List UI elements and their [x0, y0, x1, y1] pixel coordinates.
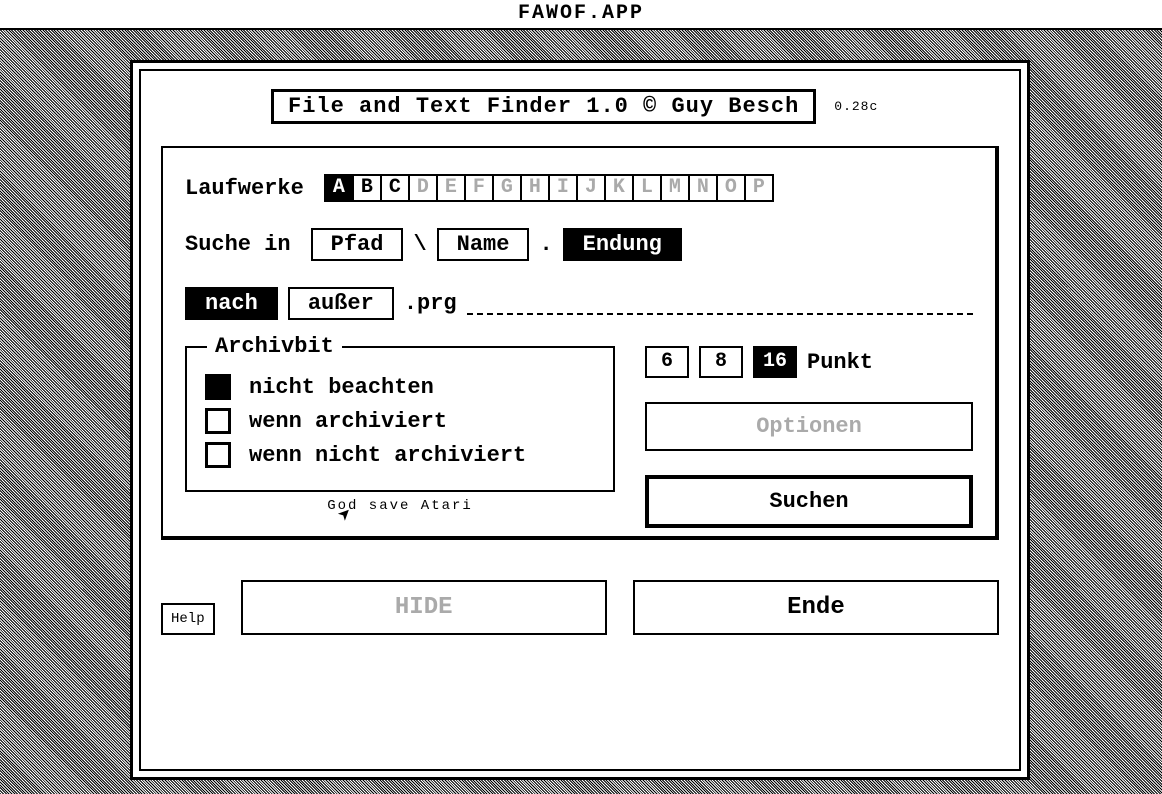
seg-name[interactable]: Name: [437, 228, 530, 261]
main-window: File and Text Finder 1.0 © Guy Besch 0.2…: [130, 60, 1030, 780]
ende-button[interactable]: Ende: [633, 580, 999, 635]
fontsize-6[interactable]: 6: [645, 346, 689, 378]
drive-n[interactable]: N: [688, 174, 718, 202]
search-panel: Laufwerke A B C D E F G H I J K L: [161, 146, 999, 540]
archive-when-archived[interactable]: wenn archiviert: [205, 408, 595, 434]
backslash-sep: \: [413, 232, 426, 257]
drive-h[interactable]: H: [520, 174, 550, 202]
archive-when-archived-label: wenn archiviert: [249, 409, 447, 434]
drive-g[interactable]: G: [492, 174, 522, 202]
pattern-text: .prg: [404, 291, 457, 316]
menubar-title: FAWOF.APP: [0, 0, 1162, 30]
drive-p[interactable]: P: [744, 174, 774, 202]
search-in-label: Suche in: [185, 232, 291, 257]
drive-k[interactable]: K: [604, 174, 634, 202]
drive-e[interactable]: E: [436, 174, 466, 202]
fontsize-8[interactable]: 8: [699, 346, 743, 378]
optionen-button[interactable]: Optionen: [645, 402, 973, 451]
drives-label: Laufwerke: [185, 176, 304, 201]
suchen-button[interactable]: Suchen: [645, 475, 973, 528]
drive-l[interactable]: L: [632, 174, 662, 202]
help-button[interactable]: Help: [161, 603, 215, 635]
archive-when-not-archived[interactable]: wenn nicht archiviert: [205, 442, 595, 468]
drive-d[interactable]: D: [408, 174, 438, 202]
checkbox-icon: [205, 442, 231, 468]
drive-j[interactable]: J: [576, 174, 606, 202]
archivebit-legend: Archivbit: [207, 334, 342, 359]
drive-c[interactable]: C: [380, 174, 410, 202]
fontsize-16[interactable]: 16: [753, 346, 797, 378]
punkt-label: Punkt: [807, 350, 873, 375]
archive-ignore[interactable]: nicht beachten: [205, 374, 595, 400]
archivebit-group: Archivbit nicht beachten wenn archiviert: [185, 346, 615, 492]
hide-button[interactable]: HIDE: [241, 580, 607, 635]
drive-i[interactable]: I: [548, 174, 578, 202]
version-label: 0.28c: [834, 99, 878, 114]
checkbox-icon: [205, 374, 231, 400]
seg-pfad[interactable]: Pfad: [311, 228, 404, 261]
credit-line: God save Atari: [185, 498, 615, 514]
mode-nach[interactable]: nach: [185, 287, 278, 320]
mode-ausser[interactable]: außer: [288, 287, 394, 320]
archive-ignore-label: nicht beachten: [249, 375, 434, 400]
checkbox-icon: [205, 408, 231, 434]
drive-f[interactable]: F: [464, 174, 494, 202]
seg-endung[interactable]: Endung: [563, 228, 682, 261]
app-title: File and Text Finder 1.0 © Guy Besch: [271, 89, 816, 124]
drive-a[interactable]: A: [324, 174, 354, 202]
drive-selector: A B C D E F G H I J K L M N O: [324, 174, 774, 202]
drive-b[interactable]: B: [352, 174, 382, 202]
pattern-input[interactable]: [467, 293, 973, 315]
drive-o[interactable]: O: [716, 174, 746, 202]
archive-when-not-archived-label: wenn nicht archiviert: [249, 443, 526, 468]
dot-sep: .: [539, 232, 552, 257]
drive-m[interactable]: M: [660, 174, 690, 202]
